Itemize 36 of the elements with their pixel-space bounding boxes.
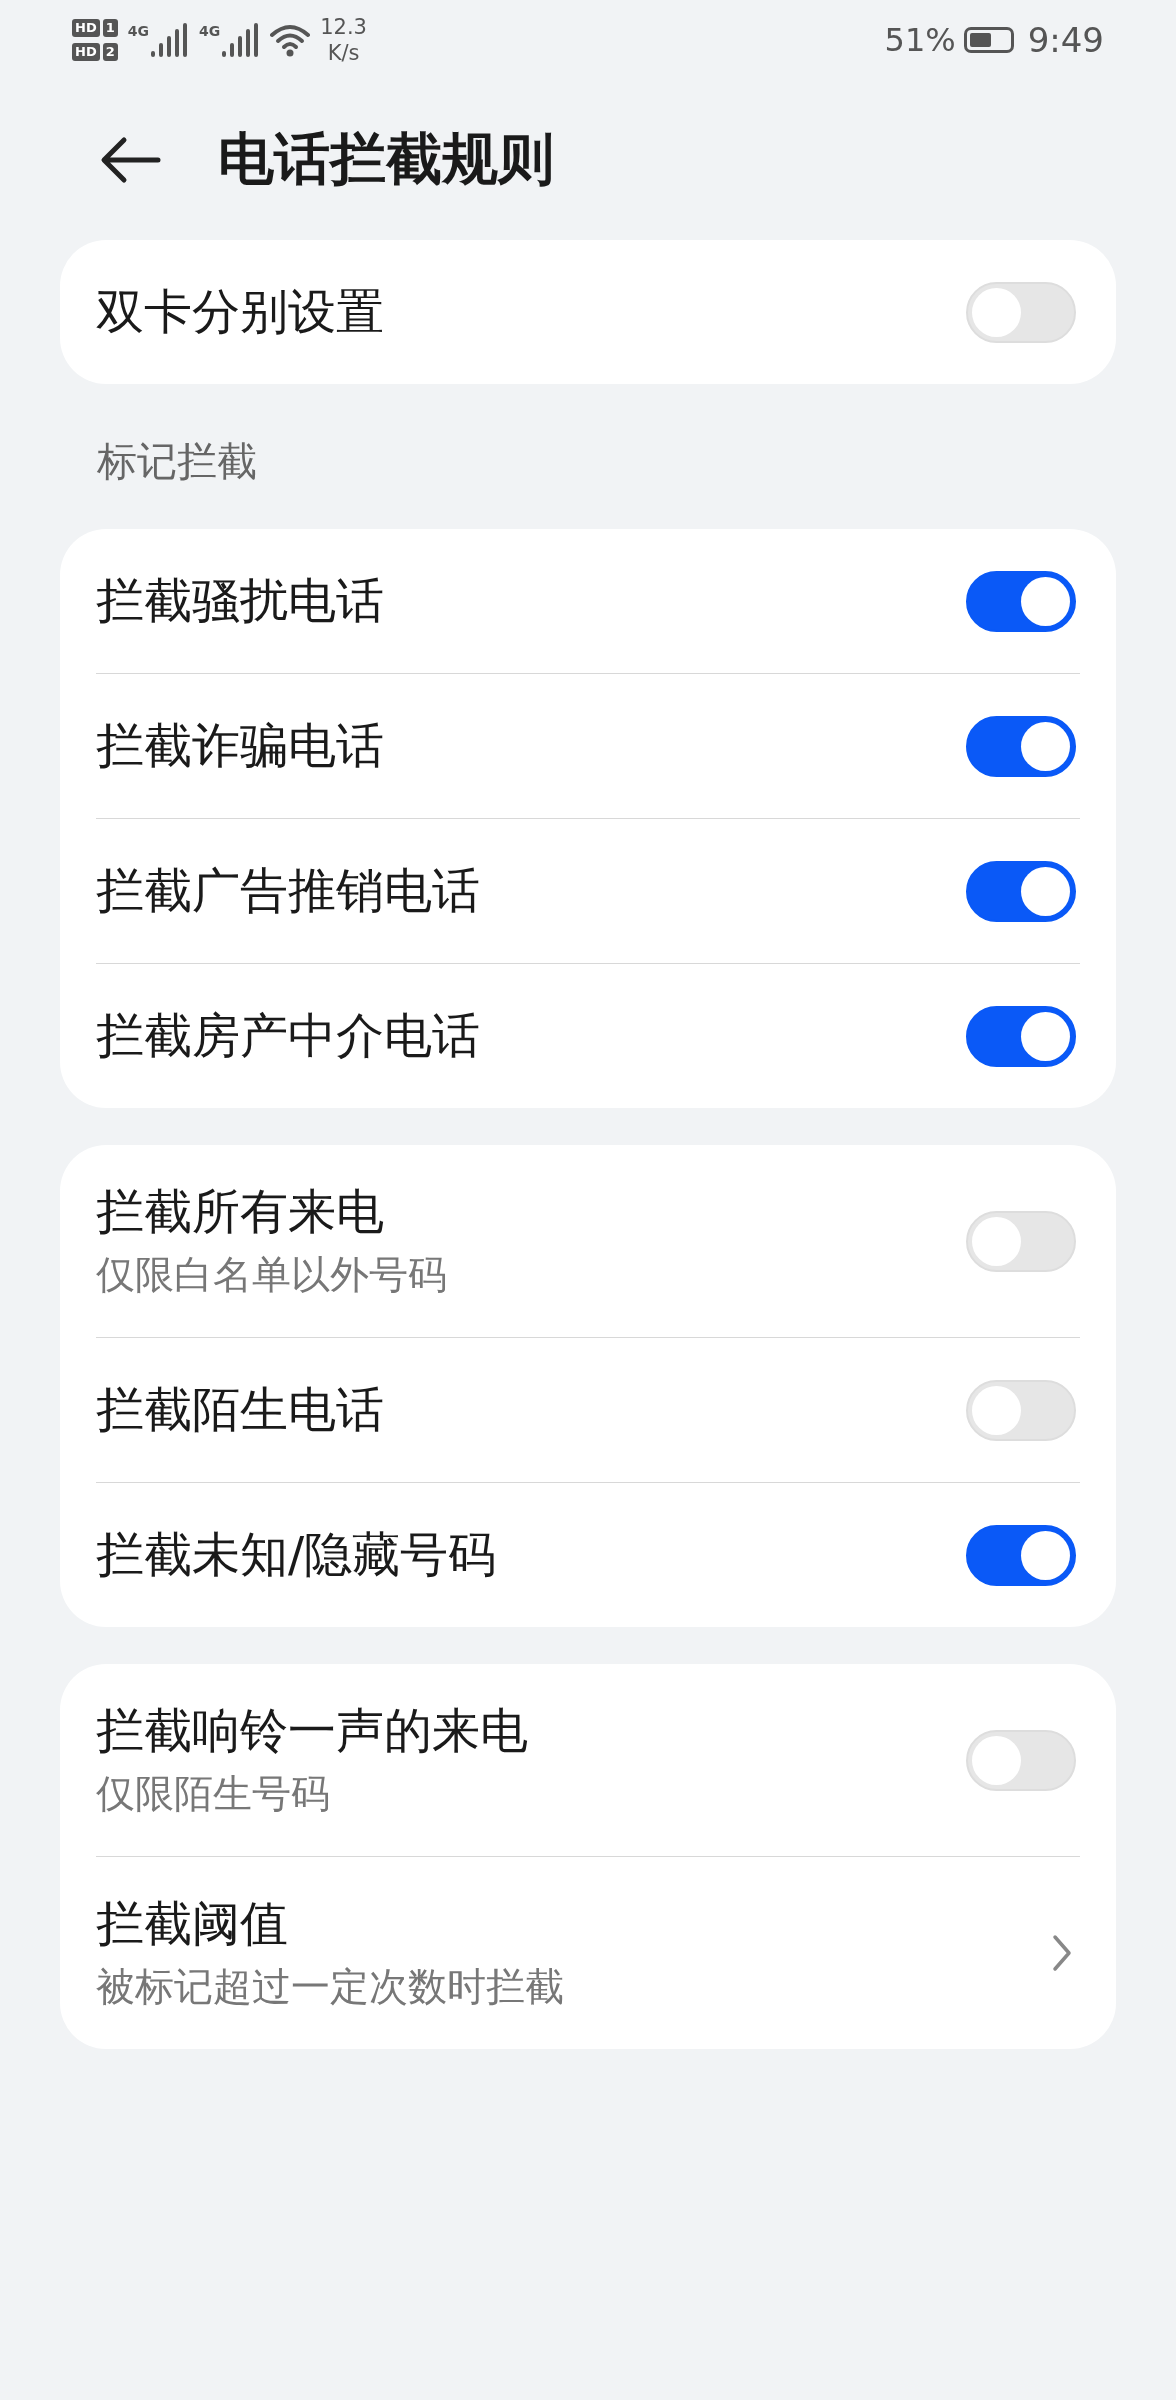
network-type: 4G xyxy=(198,23,221,39)
clock: 9:49 xyxy=(1027,20,1104,60)
setting-description: 被标记超过一定次数时拦截 xyxy=(96,1963,564,2011)
setting-label: 拦截房产中介电话 xyxy=(96,1006,480,1065)
back-icon[interactable] xyxy=(100,135,162,185)
page-title: 电话拦截规则 xyxy=(218,125,554,193)
setting-label: 拦截阈值 xyxy=(96,1894,289,1953)
setting-label: 拦截诈骗电话 xyxy=(96,716,384,775)
setting-label: 拦截响铃一声的来电 xyxy=(96,1701,528,1760)
signal-icon xyxy=(150,23,189,57)
setting-label: 拦截骚扰电话 xyxy=(96,571,384,630)
setting-label: 拦截陌生电话 xyxy=(96,1380,384,1439)
sim-badge: HD xyxy=(72,43,100,61)
toggle-switch[interactable] xyxy=(966,860,1076,922)
setting-description: 仅限陌生号码 xyxy=(96,1770,331,1818)
sim-badge: HD xyxy=(72,19,100,37)
battery-percent: 51% xyxy=(884,21,956,59)
battery-icon xyxy=(963,27,1014,53)
wifi-icon xyxy=(270,23,311,57)
toggle-switch[interactable] xyxy=(966,570,1076,632)
sim-slot-badge: 2 xyxy=(102,43,118,61)
network-type: 4G xyxy=(127,23,149,39)
setting-description: 仅限白名单以外号码 xyxy=(96,1251,447,1299)
setting-label: 双卡分别设置 xyxy=(96,282,384,341)
setting-label: 拦截所有来电 xyxy=(96,1182,385,1241)
signal-icon xyxy=(222,23,261,57)
sim-slot-badge: 1 xyxy=(102,19,118,37)
toggle-switch[interactable] xyxy=(966,1005,1076,1067)
setting-label: 拦截未知/隐藏号码 xyxy=(96,1525,497,1584)
toggle-switch[interactable] xyxy=(966,715,1076,777)
speed-unit: K/s xyxy=(327,40,360,66)
section-heading: 标记拦截 xyxy=(97,437,258,486)
network-speed: 12.3 xyxy=(320,14,367,40)
setting-label: 拦截广告推销电话 xyxy=(96,861,480,920)
toggle-switch[interactable] xyxy=(966,1524,1076,1586)
chevron-right-icon[interactable] xyxy=(1052,1933,1072,1973)
